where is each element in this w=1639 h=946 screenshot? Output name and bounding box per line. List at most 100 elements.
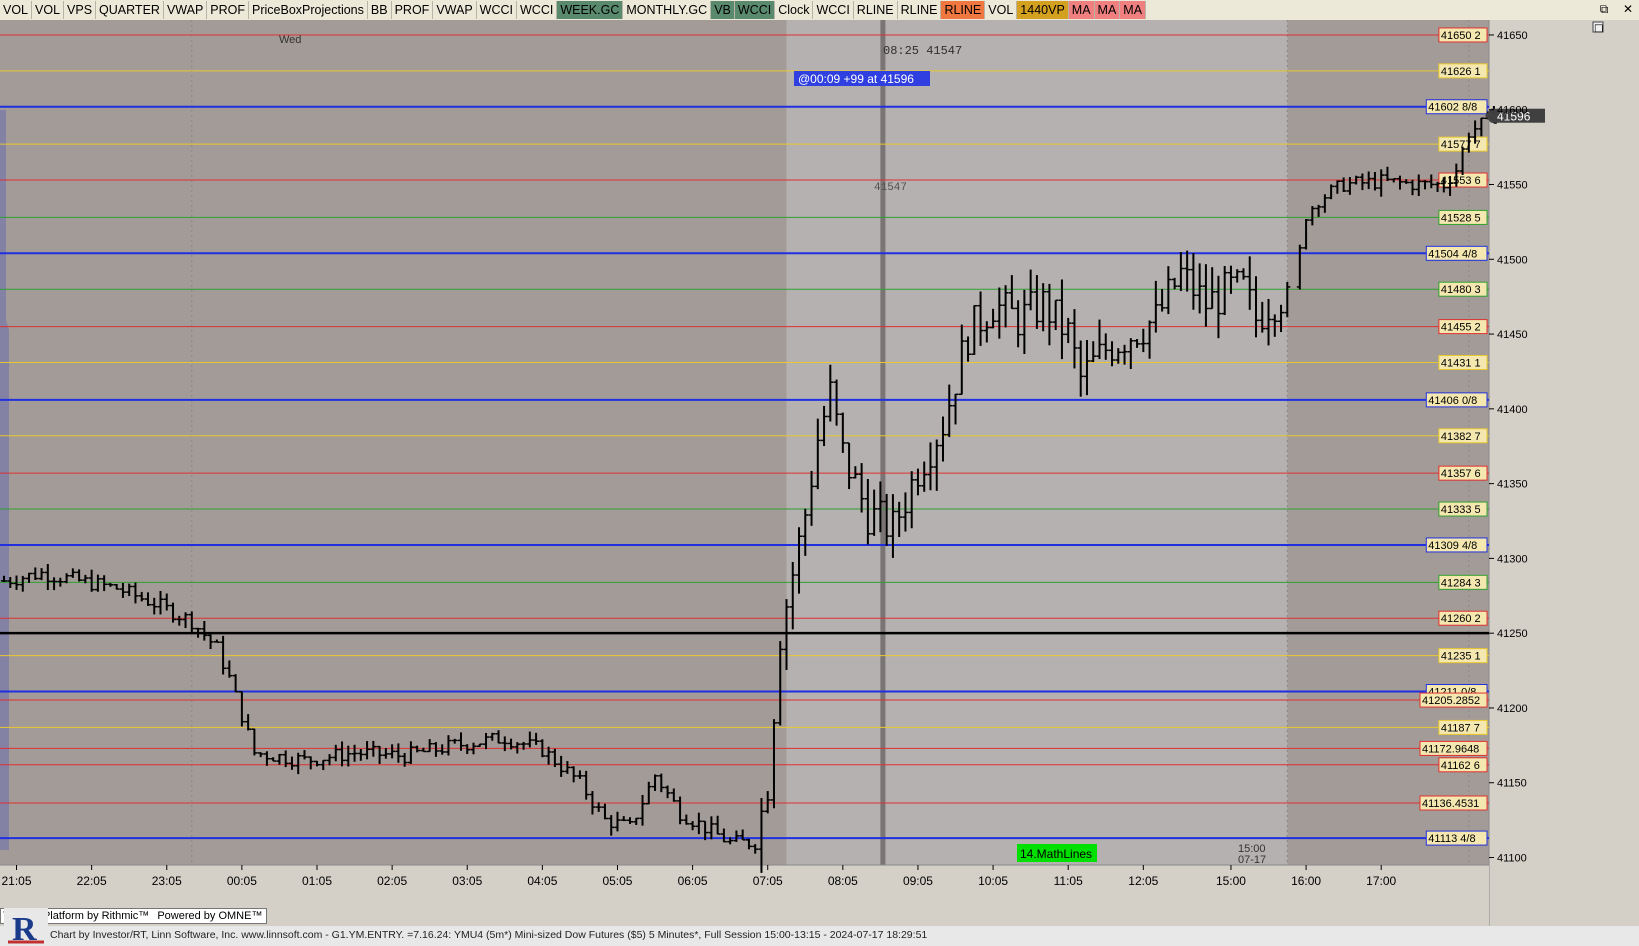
investor-rt-logo-icon: R [4,908,48,946]
session-date-label: 07-17 [1238,854,1266,866]
y-tick-label: 41200 [1497,703,1528,715]
toolbar-button-quarter[interactable]: QUARTER [96,1,164,19]
price-level-label: 41260 2 [1441,613,1481,625]
toolbar-button-ma[interactable]: MA [1094,1,1121,19]
time-marker [880,20,886,865]
y-tick-label: 41550 [1497,180,1528,192]
x-tick-label: 22:05 [77,874,107,888]
price-level-label: 41162 6 [1441,760,1480,772]
toolbar-button-ma[interactable]: MA [1068,1,1095,19]
y-tick-label: 41100 [1497,853,1527,865]
x-tick-label: 04:05 [527,874,557,888]
toolbar-button-vwap[interactable]: VWAP [163,1,208,19]
price-level-label: 41406 0/8 [1428,395,1477,407]
x-tick-label: 16:00 [1291,874,1321,888]
toolbar-button-wcci[interactable]: WCCI [813,1,854,19]
x-tick-label: 08:05 [828,874,858,888]
toolbar-button-monthly-gc[interactable]: MONTHLY.GC [623,1,712,19]
toolbar-button-prof[interactable]: PROF [391,1,434,19]
x-tick-label: 21:05 [2,874,32,888]
y-tick-label: 41450 [1497,329,1528,341]
x-tick-label: 12:05 [1128,874,1158,888]
toolbar-button-wcci[interactable]: WCCI [476,1,517,19]
session-shade [4,20,787,865]
price-level-label: 41309 4/8 [1428,540,1477,552]
x-tick-label: 09:05 [903,874,933,888]
price-level-label: 41650 2 [1441,30,1481,42]
toolbar-button-vol[interactable]: VOL [32,1,65,19]
price-level-label: 41602 8/8 [1428,102,1477,114]
toolbar-button-week-gc[interactable]: WEEK.GC [557,1,624,19]
x-tick-label: 10:05 [978,874,1008,888]
toolbar-button-wcci[interactable]: WCCI [734,1,776,19]
y-tick-label: 41650 [1497,30,1528,42]
toolbar-button-rline[interactable]: RLINE [941,1,986,19]
toolbar-button-vol[interactable]: VOL [0,1,33,19]
x-tick-label: 01:05 [302,874,332,888]
price-level-label: 41357 6 [1441,468,1481,480]
clock-readout: 08:25 41547 [883,44,962,58]
toolbar-button-vb[interactable]: VB [711,1,735,19]
status-text: Chart by Investor/RT, Linn Software, Inc… [50,929,928,941]
toolbar-button-rline[interactable]: RLINE [897,1,942,19]
price-level-label: 41113 4/8 [1428,833,1475,845]
x-tick-label: 06:05 [678,874,708,888]
price-level-label: 41480 3 [1441,284,1481,296]
price-level-label: 41333 5 [1441,504,1481,516]
price-chart[interactable]: 41650 241626 141602 8/841577 741553 6415… [0,20,1639,926]
session-shade [786,20,1288,865]
day-label: Wed [279,34,301,46]
faint-price-label: 41547 [874,182,907,194]
price-level-label: 41455 2 [1441,322,1481,334]
omne-label: Powered by OMNE™ [157,910,263,922]
close-window-icon[interactable]: ✕ [1621,1,1635,17]
price-level-label: 41553 6 [1441,175,1481,187]
price-level-label: 41136.4531 [1422,798,1479,810]
price-level-label: 41528 5 [1441,212,1481,224]
price-level-label: 41382 7 [1441,431,1481,443]
x-tick-label: 02:05 [377,874,407,888]
x-tick-label: 11:05 [1054,874,1083,888]
toolbar-button-bb[interactable]: BB [367,1,392,19]
toolbar-button-prof[interactable]: PROF [207,1,250,19]
x-tick-label: 15:00 [1216,874,1246,888]
mathlines-label: 14.MathLines [1020,847,1092,861]
y-tick-label: 41250 [1497,628,1528,640]
chart-area[interactable]: 41650 2 41626 1 41602 8/8 41577 7 41553 6 415… [0,20,1639,926]
restore-window-icon[interactable]: ⧉ [1597,1,1611,17]
x-tick-label: 07:05 [753,874,783,888]
x-tick-label: 23:05 [152,874,182,888]
indicator-toolbar: VOL VOL VPS QUARTER VWAP PROF PriceBoxProjecti… [0,0,1639,21]
price-level-label: 41504 4/8 [1428,248,1477,260]
toolbar-button-priceboxprojections[interactable]: PriceBoxProjections [249,1,368,19]
y-tick-label: 41600 [1497,105,1528,117]
toolbar-button-vol[interactable]: VOL [985,1,1018,19]
price-level-label: 41172.9648 [1422,743,1479,755]
y-tick-label: 41300 [1497,553,1528,565]
toolbar-button-ma[interactable]: MA [1120,1,1147,19]
x-tick-label: 05:05 [602,874,632,888]
window-controls: ⧉ ✕ [1597,1,1635,17]
y-tick-label: 41350 [1497,479,1528,491]
price-level-label: 41235 1 [1441,651,1481,663]
toolbar-button-vps[interactable]: VPS [64,1,97,19]
toolbar-button-rline[interactable]: RLINE [853,1,898,19]
price-level-label: 41205.2852 [1422,695,1480,707]
x-tick-label: 03:05 [452,874,482,888]
gain-text: @00:09 +99 at 41596 [798,72,914,86]
price-level-label: 41431 1 [1441,357,1481,369]
status-bar: R Chart by Investor/RT, Linn Software, I… [0,908,1639,946]
x-tick-label: 17:00 [1366,874,1396,888]
price-axis [1489,20,1639,926]
price-level-label: 41284 3 [1441,577,1481,589]
price-level-label: 41626 1 [1441,66,1481,78]
y-tick-label: 41500 [1497,254,1528,266]
toolbar-button-vwap[interactable]: VWAP [433,1,477,19]
toolbar-button-clock[interactable]: Clock [775,1,814,19]
price-level-label: 41187 7 [1441,722,1480,734]
toolbar-button-wcci[interactable]: WCCI [517,1,558,19]
toolbar-button-1440vp[interactable]: 1440VP [1017,1,1069,19]
x-tick-label: 00:05 [227,874,257,888]
maximize-pane-icon[interactable]: □ [1594,23,1603,34]
y-tick-label: 41400 [1497,404,1528,416]
